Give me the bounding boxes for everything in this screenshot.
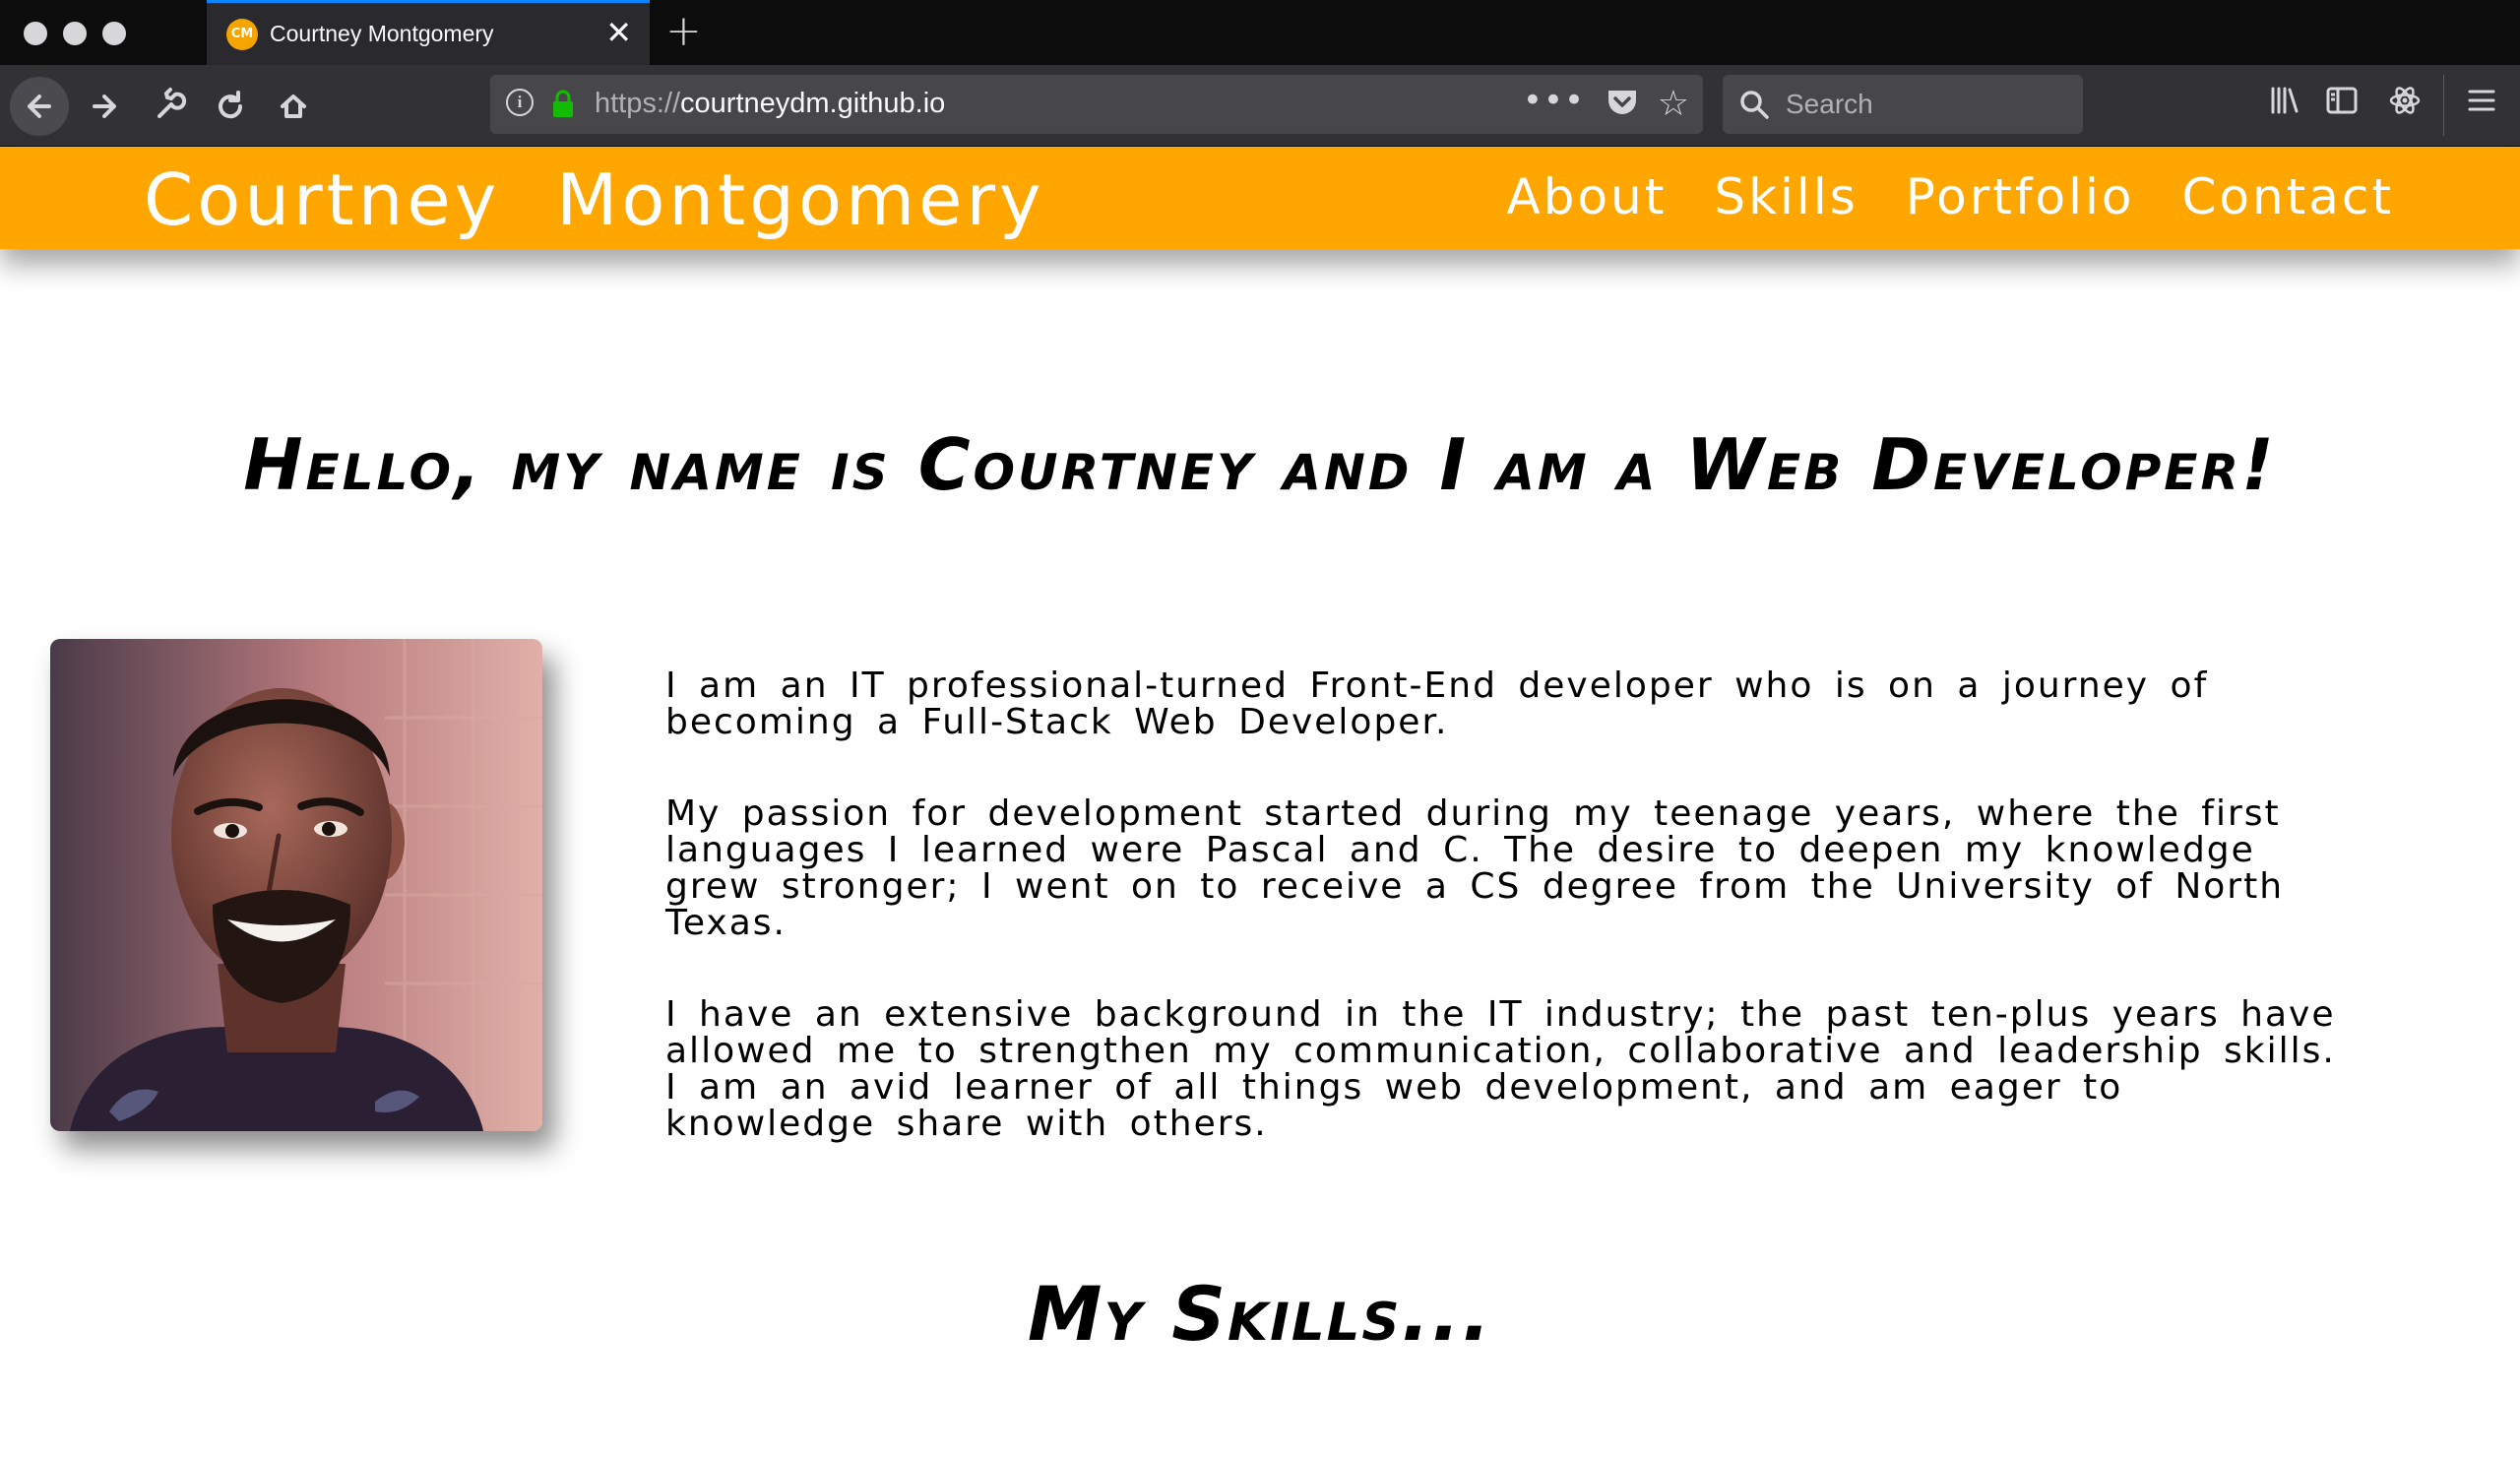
profile-photo (50, 639, 542, 1131)
back-arrow-icon[interactable] (10, 77, 69, 136)
lock-icon (553, 90, 573, 117)
new-tab-icon[interactable]: + (665, 8, 702, 55)
nav-link-skills[interactable]: Skills (1714, 168, 1858, 225)
forward-arrow-icon[interactable] (75, 77, 134, 136)
favicon-icon: CM (226, 19, 258, 50)
nav-link-contact[interactable]: Contact (2181, 168, 2394, 225)
skills-title: My Skills... (1027, 1270, 1493, 1358)
page-actions-icon[interactable]: ••• (1523, 81, 1585, 120)
about-paragraph: My passion for development started durin… (665, 793, 2285, 943)
nav-link-about[interactable]: About (1507, 168, 1668, 225)
tab-title: Courtney Montgomery (270, 21, 494, 46)
home-icon[interactable] (264, 77, 323, 136)
site-header: Courtney Montgomery About Skills Portfol… (0, 147, 2520, 249)
sidebar-icon[interactable] (2317, 81, 2366, 130)
hamburger-menu-icon[interactable] (2457, 81, 2506, 130)
reload-icon[interactable] (201, 77, 260, 136)
url-text: https://courtneydm.github.io (595, 88, 946, 119)
about-section: I am an IT professional-turned Front-End… (665, 667, 2349, 1197)
toolbar-separator (2443, 75, 2444, 136)
close-tab-icon[interactable]: ✕ (605, 15, 632, 50)
search-icon (1740, 91, 1769, 119)
address-bar[interactable]: i https://courtneydm.github.io ••• ☆ (490, 75, 1703, 134)
library-icon[interactable] (2260, 81, 2309, 130)
bookmark-star-icon[interactable]: ☆ (1658, 85, 1689, 124)
window-close-button[interactable] (24, 22, 47, 45)
about-paragraph: I am an IT professional-turned Front-End… (665, 665, 2209, 742)
window-minimize-button[interactable] (63, 22, 87, 45)
nav-link-portfolio[interactable]: Portfolio (1906, 168, 2135, 225)
hero-title: Hello, my name is Courtney and I am a We… (243, 423, 2277, 506)
react-devtools-icon[interactable] (2380, 81, 2429, 130)
search-input[interactable]: Search (1723, 75, 2083, 134)
info-icon[interactable]: i (506, 89, 534, 116)
pocket-icon[interactable] (1606, 89, 1638, 118)
site-brand[interactable]: Courtney Montgomery (144, 158, 1045, 241)
browser-tab-active[interactable]: CM Courtney Montgomery ✕ (207, 0, 650, 65)
window-zoom-button[interactable] (102, 22, 126, 45)
site-nav: About Skills Portfolio Contact (1507, 168, 2394, 225)
browser-tab-strip: CM Courtney Montgomery ✕ + (0, 0, 2520, 65)
about-paragraph: I have an extensive background in the IT… (665, 994, 2336, 1144)
browser-toolbar: i https://courtneydm.github.io ••• ☆ Sea… (0, 65, 2520, 147)
wrench-icon[interactable] (138, 77, 197, 136)
